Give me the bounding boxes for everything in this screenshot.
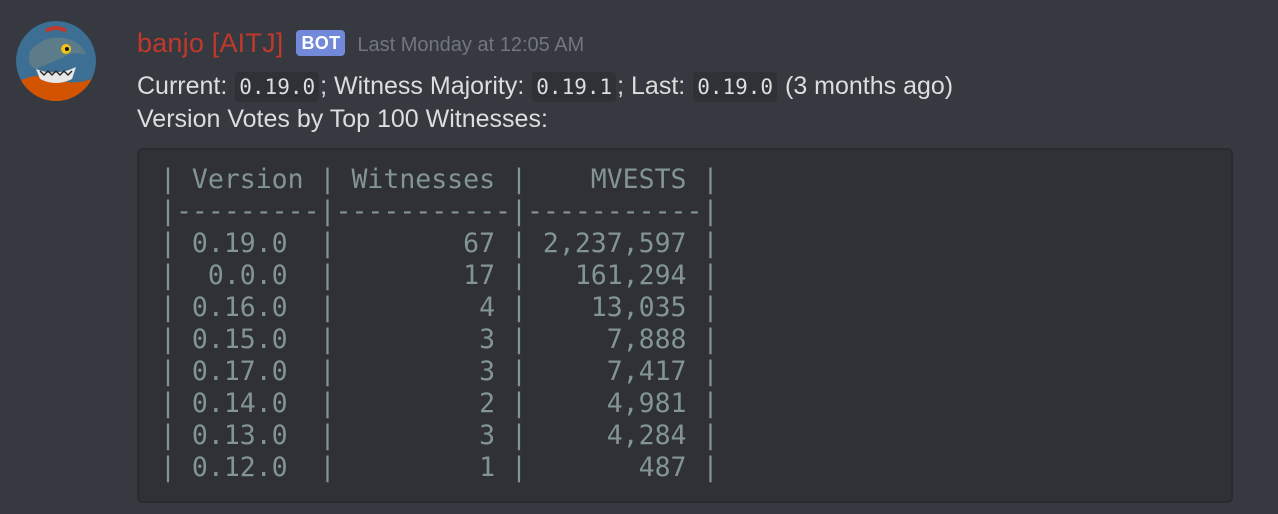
current-label: Current: xyxy=(137,72,235,100)
version-summary-line: Current: 0.19.0; Witness Majority: 0.19.… xyxy=(137,70,1237,103)
avatar[interactable] xyxy=(16,21,96,101)
witness-majority-version-code: 0.19.1 xyxy=(532,72,617,102)
table-row: | 0.14.0 | 2 | 4,981 | xyxy=(160,388,719,419)
table-row: | 0.0.0 | 17 | 161,294 | xyxy=(160,260,719,291)
table-separator-row: |---------|-----------|-----------| xyxy=(160,196,719,227)
timestamp[interactable]: Last Monday at 12:05 AM xyxy=(357,34,584,57)
table-header-row: | Version | Witnesses | MVESTS | xyxy=(160,164,719,195)
bot-badge: BOT xyxy=(296,30,346,56)
votes-heading: Version Votes by Top 100 Witnesses: xyxy=(137,105,548,133)
last-age: (3 months ago) xyxy=(778,72,954,100)
version-votes-code-block: | Version | Witnesses | MVESTS | |-------… xyxy=(137,148,1233,503)
witness-majority-label: ; Witness Majority: xyxy=(320,72,532,100)
last-label: ; Last: xyxy=(617,72,693,100)
table-row: | 0.17.0 | 3 | 7,417 | xyxy=(160,356,719,387)
crocodile-avatar-icon xyxy=(16,21,96,101)
table-row: | 0.15.0 | 3 | 7,888 | xyxy=(160,324,719,355)
table-row: | 0.16.0 | 4 | 13,035 | xyxy=(160,292,719,323)
table-row: | 0.13.0 | 3 | 4,284 | xyxy=(160,420,719,451)
table-row: | 0.12.0 | 1 | 487 | xyxy=(160,452,719,483)
message-header: banjo [AITJ] BOT Last Monday at 12:05 AM xyxy=(137,26,584,60)
chat-message: banjo [AITJ] BOT Last Monday at 12:05 AM… xyxy=(0,0,1278,514)
username[interactable]: banjo [AITJ] xyxy=(137,28,283,59)
message-content: Current: 0.19.0; Witness Majority: 0.19.… xyxy=(137,70,1237,136)
table-row: | 0.19.0 | 67 | 2,237,597 | xyxy=(160,228,719,259)
current-version-code: 0.19.0 xyxy=(235,72,320,102)
last-version-code: 0.19.0 xyxy=(693,72,778,102)
